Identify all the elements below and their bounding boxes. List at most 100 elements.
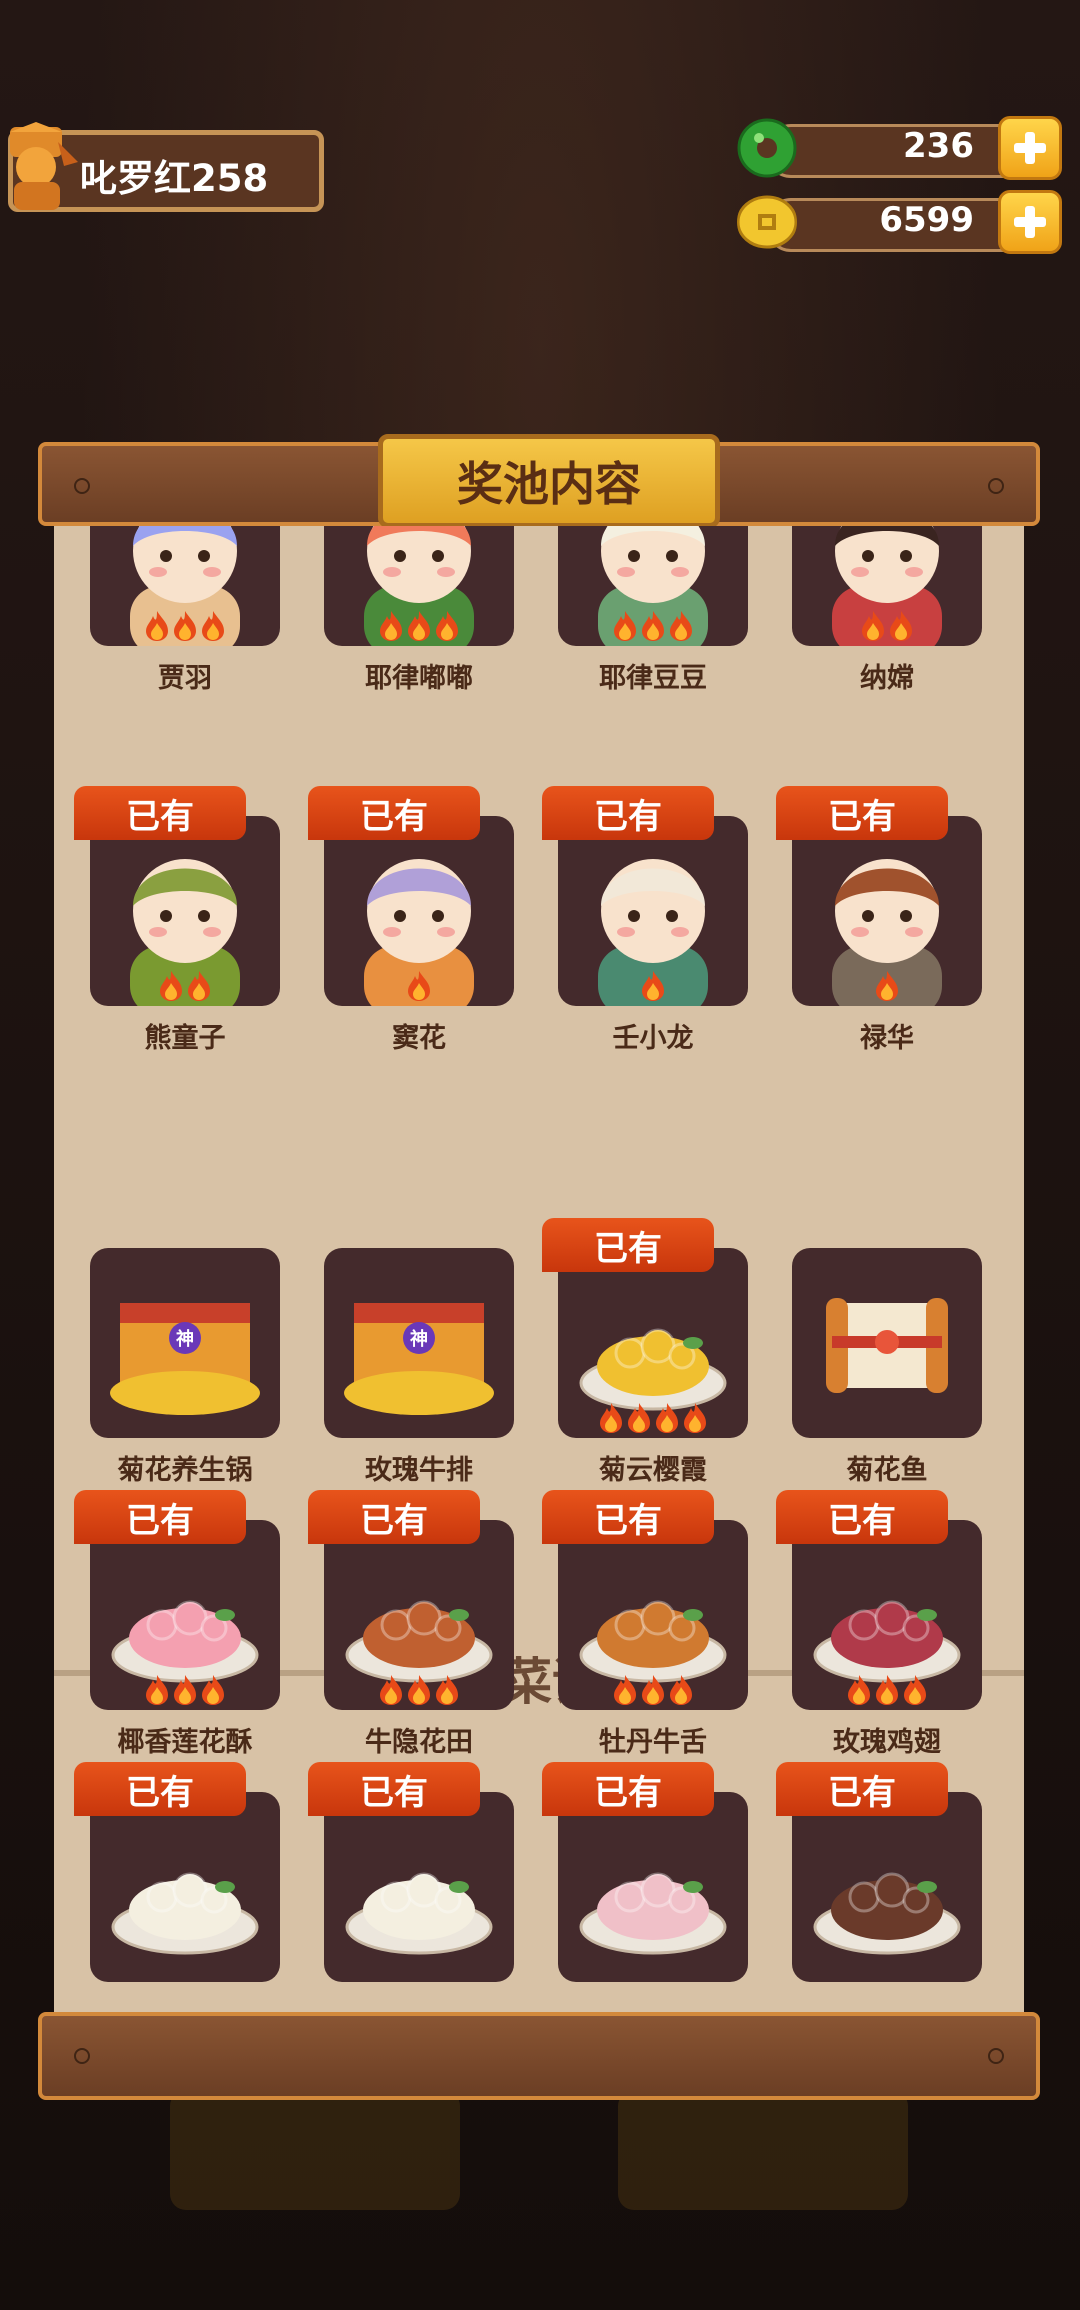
recipe-frame: 神 bbox=[90, 1248, 280, 1438]
scroll-art bbox=[826, 1298, 948, 1393]
flame-icon bbox=[436, 611, 458, 641]
character-name: 纳嫦 bbox=[860, 663, 914, 694]
character-frame bbox=[558, 526, 748, 646]
recipe-frame bbox=[558, 1520, 748, 1710]
gift-box-art: 神 bbox=[344, 1303, 494, 1415]
prize-pool-list[interactable]: 贾羽耶律嘟嘟耶律豆豆纳嫦熊童子已有窦花已有壬小龙已有禄华已有 菜谱 ? 神菊花养… bbox=[54, 526, 1024, 2012]
flame-icon bbox=[408, 971, 430, 1001]
flame-icon bbox=[600, 1403, 622, 1433]
recipe-name: 玫瑰牛排 bbox=[365, 1455, 473, 1486]
rarity-flames bbox=[792, 610, 982, 642]
recipe-frame bbox=[558, 1792, 748, 1982]
rarity-flames bbox=[324, 610, 514, 642]
jade-icon bbox=[737, 118, 797, 178]
flame-icon bbox=[408, 1675, 430, 1705]
owned-badge: 已有 bbox=[308, 786, 480, 840]
player-name: 叱罗红258 bbox=[80, 157, 269, 200]
rarity-flames bbox=[558, 610, 748, 642]
flame-icon bbox=[642, 611, 664, 641]
rarity-flames bbox=[558, 1674, 748, 1706]
flame-icon bbox=[684, 1403, 706, 1433]
flame-icon bbox=[862, 611, 884, 641]
flame-icon bbox=[436, 1675, 458, 1705]
flame-icon bbox=[174, 1675, 196, 1705]
bg-single-draw-button bbox=[170, 2090, 460, 2210]
add-jade-button[interactable] bbox=[998, 116, 1062, 180]
recipe-frame bbox=[324, 1520, 514, 1710]
character-name: 耶律嘟嘟 bbox=[365, 663, 473, 694]
owned-badge: 已有 bbox=[74, 786, 246, 840]
flame-icon bbox=[890, 611, 912, 641]
flame-icon bbox=[642, 971, 664, 1001]
recipe-name: 玫瑰鸡翅 bbox=[833, 1727, 941, 1758]
bg-ten-draw-button bbox=[618, 2090, 908, 2210]
flame-icon bbox=[146, 611, 168, 641]
panel-bottom-scroll bbox=[38, 2012, 1040, 2100]
gold-currency: 6599 bbox=[737, 190, 1062, 254]
flame-icon bbox=[160, 971, 182, 1001]
owned-badge: 已有 bbox=[308, 1490, 480, 1544]
rarity-flames bbox=[90, 610, 280, 642]
dish-art bbox=[579, 1872, 727, 1955]
flame-icon bbox=[876, 1675, 898, 1705]
flame-icon bbox=[408, 611, 430, 641]
jade-currency: 236 bbox=[737, 116, 1062, 180]
plus-icon bbox=[1014, 206, 1046, 238]
flame-icon bbox=[188, 971, 210, 1001]
recipe-frame bbox=[90, 1792, 280, 1982]
owned-badge: 已有 bbox=[542, 1490, 714, 1544]
player-avatar-icon[interactable] bbox=[0, 122, 80, 212]
jade-value: 236 bbox=[903, 126, 974, 166]
character-name: 耶律豆豆 bbox=[599, 663, 707, 694]
recipe-frame: 神 bbox=[324, 1248, 514, 1438]
owned-badge: 已有 bbox=[542, 1218, 714, 1272]
character-name: 壬小龙 bbox=[612, 1023, 694, 1054]
svg-text:神: 神 bbox=[176, 1328, 194, 1350]
rarity-flames bbox=[90, 970, 280, 1002]
recipe-frame bbox=[792, 1520, 982, 1710]
rivet bbox=[74, 478, 90, 494]
owned-badge: 已有 bbox=[74, 1490, 246, 1544]
rarity-flames bbox=[558, 1402, 748, 1434]
gift-box-art: 神 bbox=[110, 1303, 260, 1415]
owned-badge: 已有 bbox=[542, 1762, 714, 1816]
rarity-flames bbox=[324, 1674, 514, 1706]
recipe-frame bbox=[324, 1792, 514, 1982]
plus-icon bbox=[1014, 132, 1046, 164]
dish-art bbox=[345, 1872, 493, 1955]
svg-text:神: 神 bbox=[410, 1328, 428, 1350]
character-name: 禄华 bbox=[860, 1023, 914, 1054]
recipe-frame bbox=[792, 1792, 982, 1982]
recipe-frame bbox=[90, 1520, 280, 1710]
recipe-name: 菊花养生锅 bbox=[117, 1455, 253, 1486]
owned-badge: 已有 bbox=[74, 1762, 246, 1816]
character-name: 熊童子 bbox=[144, 1023, 226, 1054]
flame-icon bbox=[656, 1403, 678, 1433]
flame-icon bbox=[202, 611, 224, 641]
flame-icon bbox=[628, 1403, 650, 1433]
gold-coin-icon bbox=[737, 195, 797, 249]
jade-bar bbox=[767, 124, 1032, 178]
recipe-name: 牛隐花田 bbox=[365, 1727, 473, 1758]
add-gold-button[interactable] bbox=[998, 190, 1062, 254]
flame-icon bbox=[380, 611, 402, 641]
flame-icon bbox=[904, 1675, 926, 1705]
flame-icon bbox=[380, 1675, 402, 1705]
recipe-name: 牡丹牛舌 bbox=[599, 1727, 707, 1758]
recipe-name: 菊花鱼 bbox=[846, 1455, 928, 1486]
recipe-name: 菊云樱霞 bbox=[599, 1455, 707, 1486]
rivet bbox=[988, 478, 1004, 494]
owned-badge: 已有 bbox=[776, 1490, 948, 1544]
recipe-frame bbox=[792, 1248, 982, 1438]
rarity-flames bbox=[324, 970, 514, 1002]
flame-icon bbox=[614, 611, 636, 641]
character-frame bbox=[792, 526, 982, 646]
rivet bbox=[74, 2048, 90, 2064]
character-frame bbox=[90, 526, 280, 646]
character-frame bbox=[558, 816, 748, 1006]
rarity-flames bbox=[792, 970, 982, 1002]
character-frame bbox=[324, 526, 514, 646]
flame-icon bbox=[670, 611, 692, 641]
dish-art bbox=[813, 1872, 961, 1955]
owned-badge: 已有 bbox=[776, 786, 948, 840]
